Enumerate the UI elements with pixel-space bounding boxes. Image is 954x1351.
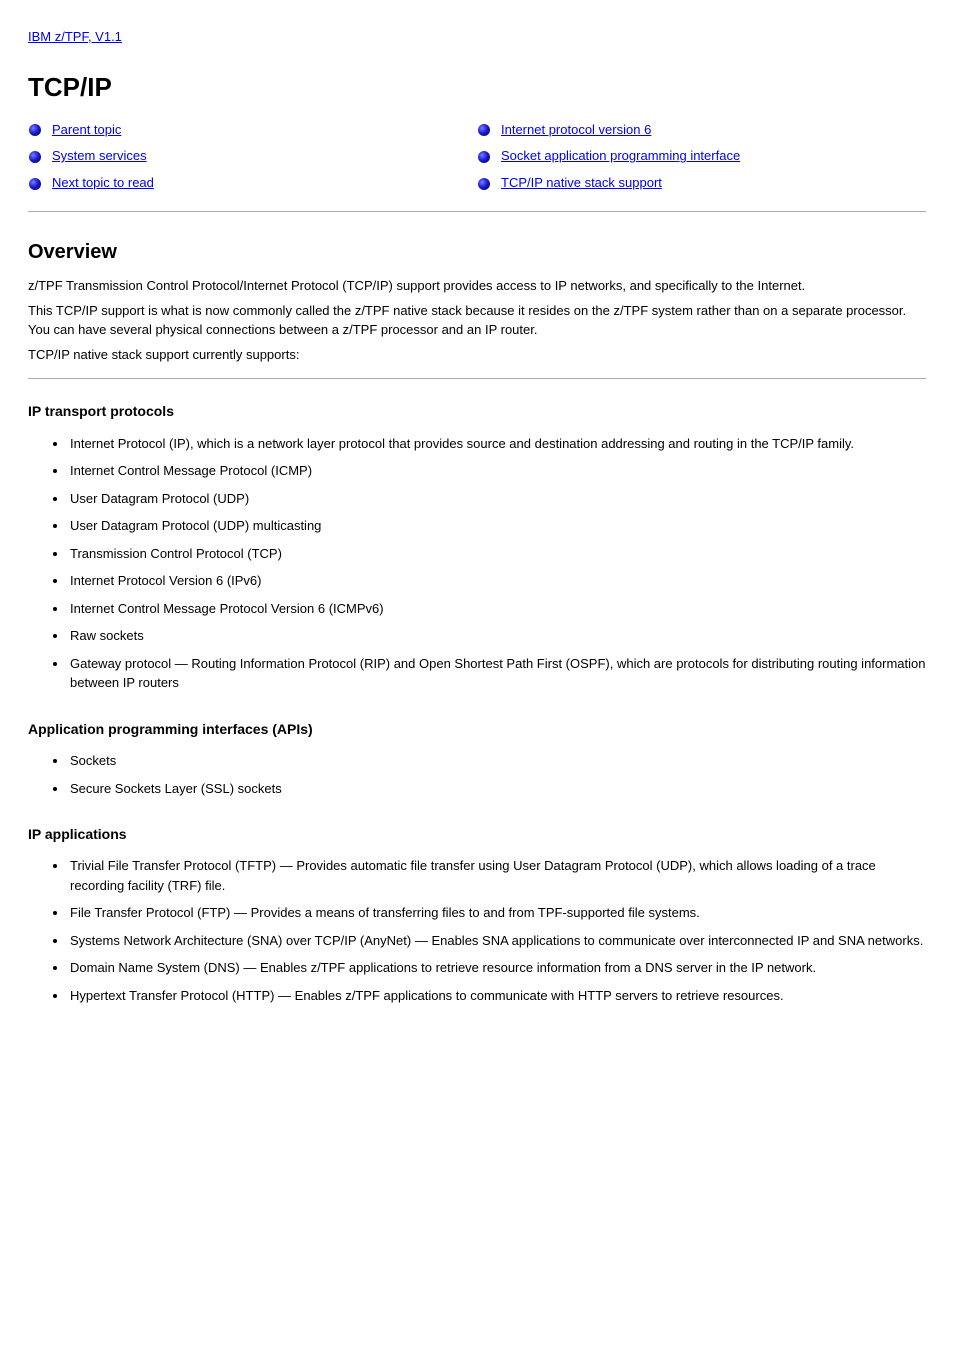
nav-link-system-services[interactable]: System services: [52, 147, 147, 166]
list-item: Internet Protocol (IP), which is a netwo…: [68, 430, 926, 458]
list-item: Raw sockets: [68, 622, 926, 650]
nav-link-ipv6[interactable]: Internet protocol version 6: [501, 121, 651, 140]
list-item: File Transfer Protocol (FTP) — Provides …: [68, 899, 926, 927]
apps-list: Trivial File Transfer Protocol (TFTP) — …: [28, 852, 926, 1009]
list-item: Hypertext Transfer Protocol (HTTP) — Ena…: [68, 982, 926, 1010]
apis-list: Sockets Secure Sockets Layer (SSL) socke…: [28, 747, 926, 802]
protocols-heading: IP transport protocols: [28, 401, 926, 421]
breadcrumb-link[interactable]: IBM z/TPF, V1.1: [28, 29, 122, 44]
apps-heading: IP applications: [28, 824, 926, 844]
nav-columns: Parent topic System services Next topic …: [28, 117, 926, 198]
list-item: Secure Sockets Layer (SSL) sockets: [68, 775, 926, 803]
bullet-icon: [477, 150, 491, 164]
nav-link-parent-topic[interactable]: Parent topic: [52, 121, 121, 140]
divider: [28, 378, 926, 379]
bullet-icon: [477, 177, 491, 191]
list-item: Internet Protocol Version 6 (IPv6): [68, 567, 926, 595]
nav-left-list: Parent topic System services Next topic …: [28, 117, 477, 198]
list-item: Internet Control Message Protocol Versio…: [68, 595, 926, 623]
apis-heading: Application programming interfaces (APIs…: [28, 719, 926, 739]
nav-link-next-topic[interactable]: Next topic to read: [52, 174, 154, 193]
list-item: User Datagram Protocol (UDP): [68, 485, 926, 513]
bullet-icon: [28, 177, 42, 191]
nav-right-list: Internet protocol version 6 Socket appli…: [477, 117, 926, 198]
list-item: Systems Network Architecture (SNA) over …: [68, 927, 926, 955]
bullet-icon: [477, 123, 491, 137]
protocols-list: Internet Protocol (IP), which is a netwo…: [28, 430, 926, 697]
overview-p2: This TCP/IP support is what is now commo…: [28, 302, 926, 340]
list-item: Sockets: [68, 747, 926, 775]
list-item: Transmission Control Protocol (TCP): [68, 540, 926, 568]
divider: [28, 211, 926, 212]
overview-p1: z/TPF Transmission Control Protocol/Inte…: [28, 277, 926, 296]
overview-heading: Overview: [28, 238, 926, 267]
bullet-icon: [28, 150, 42, 164]
list-item: Internet Control Message Protocol (ICMP): [68, 457, 926, 485]
list-item: Trivial File Transfer Protocol (TFTP) — …: [68, 852, 926, 899]
nav-link-socket-api[interactable]: Socket application programming interface: [501, 147, 740, 166]
list-item: User Datagram Protocol (UDP) multicastin…: [68, 512, 926, 540]
nav-link-native-stack[interactable]: TCP/IP native stack support: [501, 174, 662, 193]
list-item: Domain Name System (DNS) — Enables z/TPF…: [68, 954, 926, 982]
bullet-icon: [28, 123, 42, 137]
page-title: TCP/IP: [28, 69, 926, 107]
list-item: Gateway protocol — Routing Information P…: [68, 650, 926, 697]
overview-p3: TCP/IP native stack support currently su…: [28, 346, 926, 365]
